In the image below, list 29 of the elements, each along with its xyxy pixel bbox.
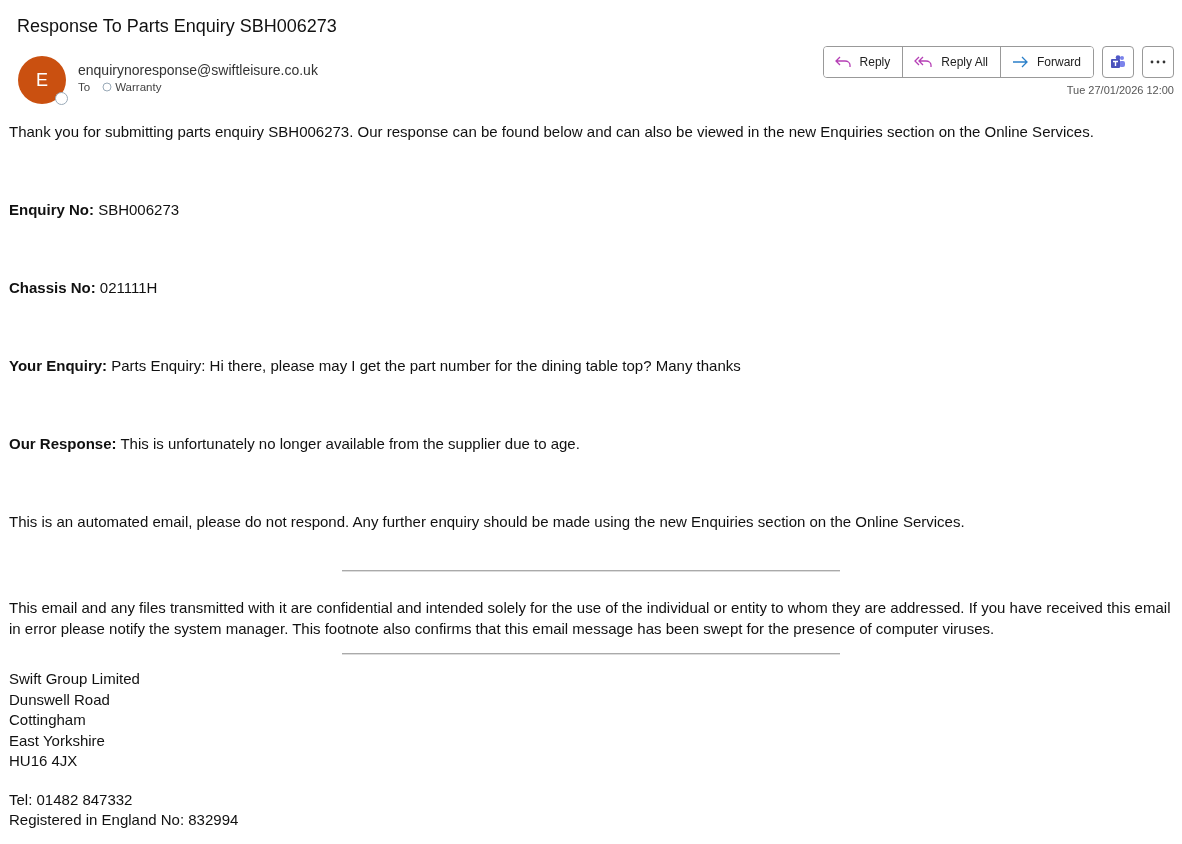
address-line: Swift Group Limited [9,669,141,689]
body-paragraph: This is an automated email, please do not respond. Any further enquiry should be made using the new Enquiries section on the Online Services. [9,512,966,532]
sender-avatar: E [18,56,66,104]
address-line: Dunswell Road [9,689,111,710]
sender-address: enquirynoresponse@swiftleisure.co.uk [78,62,318,78]
teams-icon [1110,54,1126,70]
body-paragraph: Our Response: This is unfortunately no longer available from the supplier due to age. [9,434,581,454]
more-icon [1150,60,1166,64]
address-line: Cottingham [9,710,87,730]
email-subject: Response To Parts Enquiry SBH006273 [16,15,338,38]
status-icon [102,82,113,92]
sent-date: Tue 27/01/2026 12:00 [1066,84,1174,96]
reply-all-icon [913,55,934,69]
more-button[interactable] [1142,46,1174,78]
teams-button[interactable] [1102,46,1134,78]
address-line: East Yorkshire [9,730,106,751]
body-paragraph: Thank you for submitting parts enquiry SBH006273. Our response can be found below and can also be viewed in the new Enquiries section on the Online Services. [9,122,1095,142]
forward-button[interactable]: Forward [1000,47,1093,77]
address-line: HU16 4JX [9,751,79,771]
body-paragraph: Your Enquiry: Parts Enquiry: Hi there, please may I get the part number for the dining table top? Many thanks [9,356,742,376]
disclaimer-text: This email and any files transmitted with it are confidential and intended solely for the use of the individual or entity to whom they are addressed. If you have received this email in error please notify the system manager. This footnote also confirms that this email message has been swept for the presence of computer viruses. [9,598,1172,639]
recipient-name: Warranty [115,81,162,93]
contact-line: Tel: 01482 847332 [9,789,134,810]
body-paragraph: Enquiry No: SBH006273 [9,200,181,220]
reply-icon [833,55,852,69]
arrow-right-icon [1011,55,1029,69]
to-label: To [78,81,91,93]
body-paragraph: Chassis No: 021111H [9,278,159,298]
contact-line: Registered in England No: 832994 [9,810,240,830]
